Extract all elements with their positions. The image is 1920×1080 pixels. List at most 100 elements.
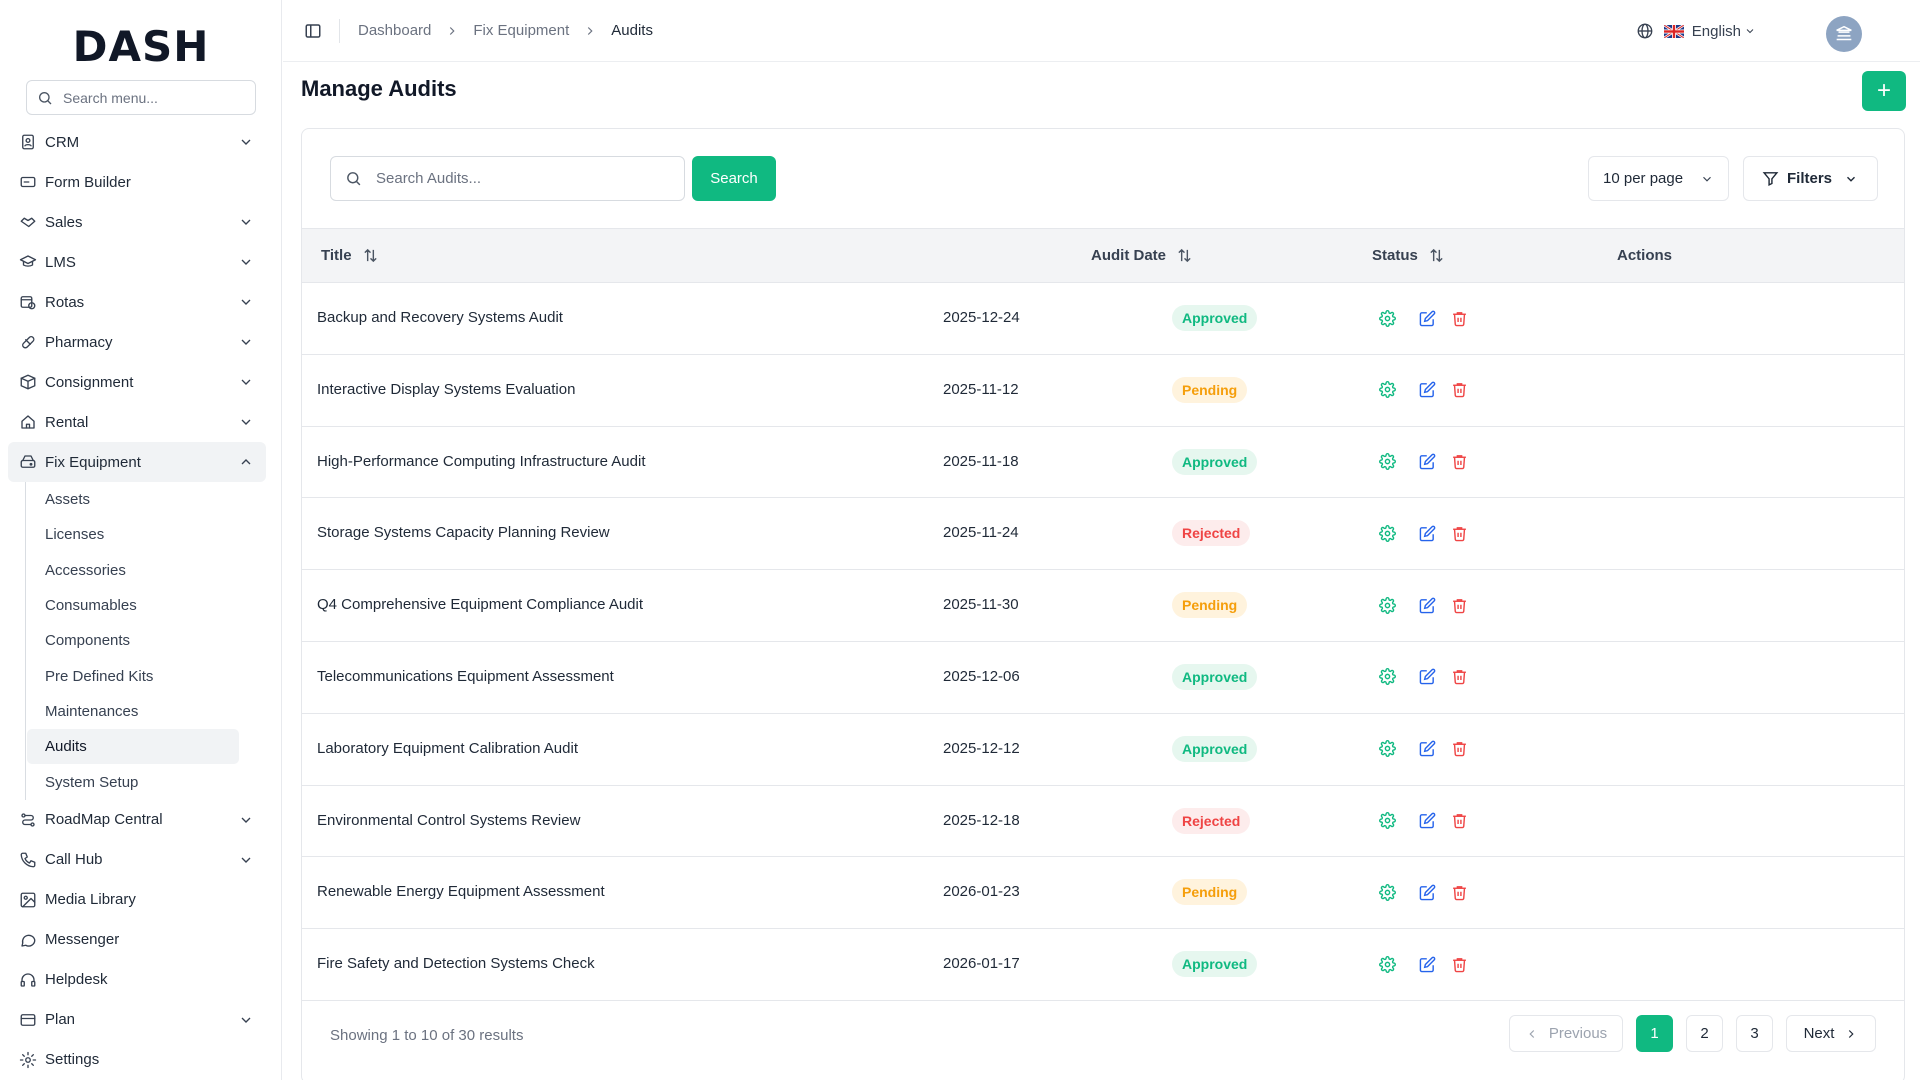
status-badge: Approved (1172, 951, 1258, 978)
sidebar-subitem-components[interactable]: Components (27, 623, 239, 658)
previous-button[interactable]: Previous (1509, 1015, 1623, 1052)
audit-title: Q4 Comprehensive Equipment Compliance Au… (317, 596, 644, 614)
sidebar-item-rotas[interactable]: Rotas (8, 282, 266, 322)
edit-icon[interactable] (1417, 452, 1437, 472)
settings-gear-icon[interactable] (1377, 739, 1397, 759)
sidebar-item-sales[interactable]: Sales (8, 202, 266, 242)
chevron-down-icon (238, 334, 254, 350)
sidebar-item-messenger[interactable]: Messenger (8, 920, 266, 960)
sidebar-item-consignment[interactable]: Consignment (8, 362, 266, 402)
edit-icon[interactable] (1417, 811, 1437, 831)
settings-gear-icon[interactable] (1377, 954, 1397, 974)
sidebar-item-crm[interactable]: CRM (8, 122, 266, 162)
sidebar-subitem-system-setup[interactable]: System Setup (27, 764, 239, 799)
settings-gear-icon[interactable] (1377, 595, 1397, 615)
chevron-down-icon (1703, 176, 1711, 182)
per-page-select[interactable]: 10 per page (1588, 156, 1729, 201)
sidebar-item-settings[interactable]: Settings (8, 1040, 266, 1080)
delete-trash-icon[interactable] (1449, 667, 1469, 687)
settings-gear-icon[interactable] (1377, 811, 1397, 831)
form-icon (19, 173, 37, 191)
chevron-right-icon (583, 24, 597, 38)
sidebar-item-label: Form Builder (45, 173, 131, 191)
sidebar-subitem-accessories[interactable]: Accessories (27, 553, 239, 588)
edit-icon[interactable] (1417, 667, 1437, 687)
audit-search-input[interactable] (376, 170, 676, 187)
avatar[interactable] (1826, 16, 1862, 52)
column-audit-date[interactable]: Audit Date (1091, 247, 1193, 264)
previous-label: Previous (1548, 1025, 1608, 1042)
page-3-button[interactable]: 3 (1736, 1015, 1773, 1052)
settings-gear-icon[interactable] (1377, 452, 1397, 472)
uk-flag-icon (1663, 24, 1684, 38)
page-1-button[interactable]: 1 (1636, 1015, 1673, 1052)
sidebar-item-call-hub[interactable]: Call Hub (8, 840, 266, 880)
breadcrumb-fix-equipment[interactable]: Fix Equipment (473, 22, 569, 39)
settings-gear-icon[interactable] (1377, 523, 1397, 543)
table-row: Telecommunications Equipment Assessment 2… (302, 642, 1904, 714)
edit-icon[interactable] (1417, 308, 1437, 328)
logo[interactable]: DASH (0, 22, 282, 71)
page-2-button[interactable]: 2 (1686, 1015, 1723, 1052)
delete-trash-icon[interactable] (1449, 380, 1469, 400)
sort-icon[interactable] (1428, 247, 1445, 264)
sidebar-item-form-builder[interactable]: Form Builder (8, 162, 266, 202)
status-badge: Pending (1172, 376, 1248, 403)
table-row: Laboratory Equipment Calibration Audit 20… (302, 714, 1904, 786)
sidebar-subitem-consumables[interactable]: Consumables (27, 588, 239, 623)
sidebar-item-label: Messenger (45, 931, 120, 949)
edit-icon[interactable] (1417, 739, 1437, 759)
column-status[interactable]: Status (1372, 247, 1445, 264)
delete-trash-icon[interactable] (1449, 523, 1469, 543)
settings-gear-icon[interactable] (1377, 308, 1397, 328)
sidebar-search[interactable] (26, 80, 256, 115)
sidebar-item-rental[interactable]: Rental (8, 402, 266, 442)
sidebar-subitem-pre-defined-kits[interactable]: Pre Defined Kits (27, 658, 239, 693)
delete-trash-icon[interactable] (1449, 954, 1469, 974)
delete-trash-icon[interactable] (1449, 882, 1469, 902)
chevron-down-icon (238, 254, 254, 270)
delete-trash-icon[interactable] (1449, 452, 1469, 472)
next-button[interactable]: Next (1786, 1015, 1876, 1052)
settings-gear-icon[interactable] (1377, 882, 1397, 902)
status-badge: Pending (1172, 879, 1248, 906)
sidebar-subitem-maintenances[interactable]: Maintenances (27, 694, 239, 729)
sidebar-item-helpdesk[interactable]: Helpdesk (8, 960, 266, 1000)
delete-trash-icon[interactable] (1449, 595, 1469, 615)
sidebar-subitem-licenses[interactable]: Licenses (27, 517, 239, 552)
search-button[interactable]: Search (692, 156, 776, 201)
sidebar-subitem-audits[interactable]: Audits (27, 729, 239, 765)
edit-icon[interactable] (1417, 595, 1437, 615)
breadcrumb-dashboard[interactable]: Dashboard (358, 22, 431, 39)
status-badge: Rejected (1172, 520, 1251, 547)
sidebar-item-label: Consignment (45, 373, 134, 391)
sidebar-toggle-icon[interactable] (303, 21, 323, 41)
table-row: High-Performance Computing Infrastructur… (302, 427, 1904, 499)
sort-icon[interactable] (362, 247, 379, 264)
sort-icon[interactable] (1176, 247, 1193, 264)
sidebar-subitem-assets[interactable]: Assets (27, 482, 239, 517)
audits-card: Search 10 per page Filters Title Audit D… (301, 128, 1905, 1080)
delete-trash-icon[interactable] (1449, 811, 1469, 831)
column-title[interactable]: Title (321, 247, 379, 264)
sidebar-item-roadmap-central[interactable]: RoadMap Central (8, 800, 266, 840)
edit-icon[interactable] (1417, 882, 1437, 902)
sidebar-item-lms[interactable]: LMS (8, 242, 266, 282)
settings-gear-icon[interactable] (1377, 380, 1397, 400)
edit-icon[interactable] (1417, 954, 1437, 974)
sidebar-item-pharmacy[interactable]: Pharmacy (8, 322, 266, 362)
table-row: Q4 Comprehensive Equipment Compliance Au… (302, 570, 1904, 642)
sidebar-item-plan[interactable]: Plan (8, 1000, 266, 1040)
language-selector[interactable]: English (1636, 22, 1756, 40)
delete-trash-icon[interactable] (1449, 308, 1469, 328)
audit-search[interactable] (330, 156, 685, 201)
sidebar-item-media-library[interactable]: Media Library (8, 880, 266, 920)
sidebar-item-fix-equipment[interactable]: Fix Equipment (8, 442, 266, 482)
sidebar-search-input[interactable] (63, 89, 243, 106)
add-audit-button[interactable]: + (1862, 71, 1906, 111)
delete-trash-icon[interactable] (1449, 739, 1469, 759)
edit-icon[interactable] (1417, 523, 1437, 543)
filters-button[interactable]: Filters (1743, 156, 1878, 201)
edit-icon[interactable] (1417, 380, 1437, 400)
settings-gear-icon[interactable] (1377, 667, 1397, 687)
